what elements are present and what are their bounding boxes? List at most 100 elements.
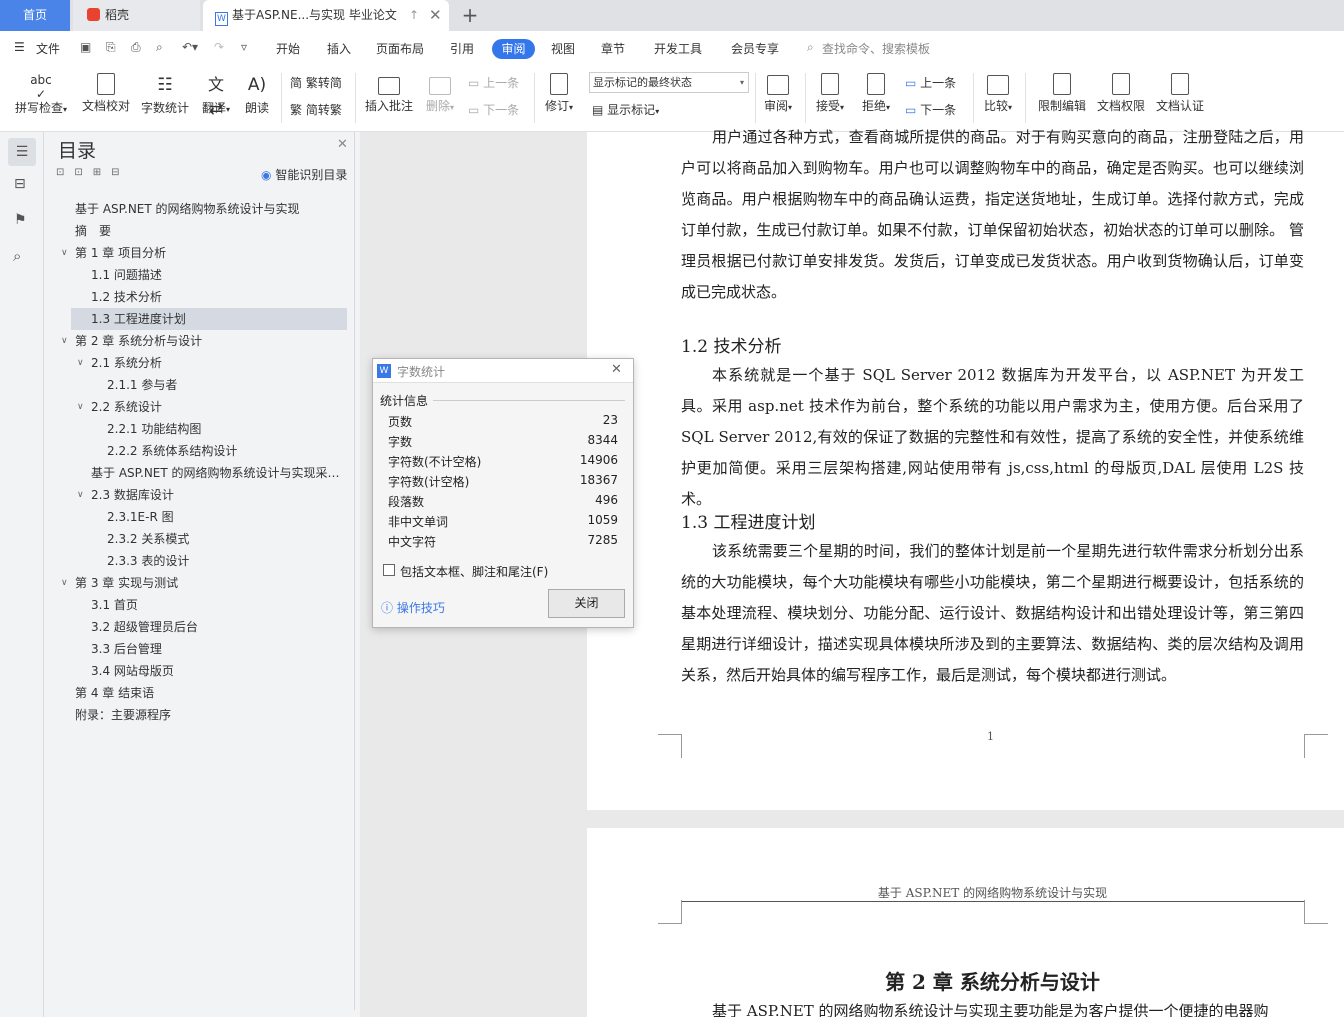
search-command-input[interactable]: 查找命令、搜索模板 — [822, 40, 930, 57]
doc-proof-button[interactable]: 文档校对 — [80, 73, 132, 114]
next-change-button[interactable]: ▭ 下一条 — [905, 101, 956, 118]
menu-reference[interactable]: 引用 — [450, 40, 474, 57]
close-tab-icon[interactable]: ✕ — [429, 0, 442, 31]
hamburger-icon[interactable]: ☰ — [14, 40, 25, 54]
expand-chevron-icon[interactable]: ∨ — [77, 402, 84, 412]
spell-check-button[interactable]: abc ✓ 拼写检查▾ — [12, 73, 70, 116]
redo-icon[interactable]: ↷ — [214, 40, 224, 54]
expand-chevron-icon[interactable]: ∨ — [77, 358, 84, 368]
include-textbox-checkbox[interactable] — [383, 564, 395, 576]
toc-item[interactable]: 2.2.2 系统体系结构设计 — [107, 440, 237, 462]
doc-permission-button[interactable]: 文档权限 — [1095, 73, 1147, 114]
next-comment-button[interactable]: ▭ 下一条 — [468, 101, 519, 118]
reject-button[interactable]: 拒绝▾ — [858, 73, 894, 114]
toc-item[interactable]: 第 1 章 项目分析 — [75, 242, 166, 264]
toc-item[interactable]: 2.3.3 表的设计 — [107, 550, 189, 572]
track-changes-button[interactable]: 修订▾ — [541, 73, 577, 114]
toc-item[interactable]: 1.2 技术分析 — [91, 286, 162, 308]
close-icon[interactable]: ✕ — [337, 137, 348, 152]
paragraph-2[interactable]: 本系统就是一个基于 SQL Server 2012 数据库为开发平台，以 ASP… — [681, 360, 1304, 515]
toc-item[interactable]: 3.4 网站母版页 — [91, 660, 174, 682]
menu-insert[interactable]: 插入 — [327, 40, 351, 57]
insert-comment-button[interactable]: 插入批注 — [363, 73, 415, 114]
compare-button[interactable]: 比较▾ — [980, 73, 1016, 114]
toc-item[interactable]: 1.3 工程进度计划 — [91, 308, 186, 330]
paragraph-3[interactable]: 该系统需要三个星期的时间，我们的整体计划是前一个星期先进行软件需求分析划分出系统… — [681, 536, 1304, 691]
toc-item[interactable]: 2.2.1 功能结构图 — [107, 418, 201, 440]
toc-item[interactable]: 第 3 章 实现与测试 — [75, 572, 178, 594]
heading-1-3[interactable]: 1.3 工程进度计划 — [681, 508, 815, 533]
toc-item[interactable]: 附录：主要源程序 — [75, 704, 171, 726]
prev-change-button[interactable]: ▭ 上一条 — [905, 74, 956, 91]
expand-chevron-icon[interactable]: ∨ — [77, 490, 84, 500]
toc-item[interactable]: 第 4 章 结束语 — [75, 682, 154, 704]
tab-home[interactable]: 首页 — [0, 0, 70, 31]
print-preview-icon[interactable]: ⌕ — [156, 40, 163, 55]
simp-to-trad-button[interactable]: 繁 简转繁 — [290, 101, 342, 118]
toc-item[interactable]: 2.3.1E-R 图 — [107, 506, 174, 528]
chapter-2-heading[interactable]: 第 2 章 系统分析与设计 — [681, 966, 1304, 995]
toc-item[interactable]: 2.1.1 参与者 — [107, 374, 177, 396]
expand-chevron-icon[interactable]: ∨ — [61, 248, 68, 258]
restrict-edit-button[interactable]: 限制编辑 — [1036, 73, 1088, 114]
dialog-titlebar[interactable]: W 字数统计 ✕ — [373, 359, 633, 383]
spell-check-icon: abc ✓ — [30, 73, 52, 101]
delete-comment-button[interactable]: 删除▾ — [422, 73, 458, 114]
toc-item[interactable]: 3.3 后台管理 — [91, 638, 162, 660]
toc-item[interactable]: 2.3.2 关系模式 — [107, 528, 189, 550]
trad-to-simp-button[interactable]: 简 繁转简 — [290, 74, 342, 91]
export-icon[interactable]: ⎘ — [106, 40, 116, 55]
close-icon[interactable]: ✕ — [611, 362, 622, 377]
word-count-button[interactable]: ☷ 字数统计 — [140, 73, 190, 116]
paragraph-1[interactable]: 用户通过各种方式，查看商城所提供的商品。对于有购买意向的商品，注册登陆之后，用户… — [681, 122, 1304, 308]
doc-auth-button[interactable]: 文档认证 — [1154, 73, 1206, 114]
toc-item[interactable]: 基于 ASP.NET 的网络购物系统设计与实现采… — [91, 462, 340, 484]
menu-devtools[interactable]: 开发工具 — [654, 40, 702, 57]
tab-document[interactable]: W 基于ASP.NE...与实现 毕业论文 ↑ ✕ — [203, 0, 449, 31]
expand-chevron-icon[interactable]: ∨ — [61, 336, 68, 346]
menu-chapter[interactable]: 章节 — [601, 40, 625, 57]
menu-view[interactable]: 视图 — [551, 40, 575, 57]
show-markup-button[interactable]: ▤ 显示标记▾ — [592, 101, 659, 118]
translate-button[interactable]: 文⇄ 翻译▾ — [198, 73, 234, 118]
pin-icon[interactable]: ↑ — [409, 0, 419, 31]
toc-item[interactable]: 第 2 章 系统分析与设计 — [75, 330, 202, 352]
save-icon[interactable]: ▣ — [80, 40, 91, 54]
expand-chevron-icon[interactable]: ∨ — [61, 578, 68, 588]
stat-row: 中文字符 7285 — [388, 533, 618, 553]
chapter-nav-icon[interactable]: ⊟ — [14, 176, 26, 192]
search-icon[interactable]: ⌕ — [13, 247, 21, 265]
new-tab-icon[interactable]: + — [455, 0, 485, 31]
toc-item[interactable]: 3.2 超级管理员后台 — [91, 616, 198, 638]
toc-item[interactable]: 2.2 系统设计 — [91, 396, 162, 418]
menu-start[interactable]: 开始 — [276, 40, 300, 57]
toc-level-controls[interactable]: ⊡⊡⊞⊟ — [56, 167, 130, 178]
review-pane-button[interactable]: 审阅▾ — [760, 73, 796, 114]
tab-daoke[interactable]: 稻壳 — [73, 0, 200, 31]
menu-member[interactable]: 会员专享 — [731, 40, 779, 57]
toc-view-icon[interactable]: ☰ — [8, 138, 36, 166]
bookmark-icon[interactable]: ⚑ — [14, 212, 27, 228]
accept-button[interactable]: 接受▾ — [812, 73, 848, 114]
toc-item[interactable]: 摘 要 — [75, 220, 111, 242]
toc-item[interactable]: 3.1 首页 — [91, 594, 138, 616]
toc-item[interactable]: 基于 ASP.NET 的网络购物系统设计与实现 — [75, 198, 300, 220]
markup-state-select[interactable]: 显示标记的最终状态 ▾ — [589, 72, 749, 93]
toc-item[interactable]: 2.1 系统分析 — [91, 352, 162, 374]
print-icon[interactable]: ⎙ — [131, 40, 141, 55]
paragraph-4[interactable]: 基于 ASP.NET 的网络购物系统设计与实现主要功能是为客户提供一个便捷的电器… — [681, 996, 1304, 1017]
restrict-edit-label: 限制编辑 — [1037, 99, 1086, 113]
tips-link[interactable]: ⓘ 操作技巧 — [381, 599, 445, 616]
menu-review[interactable]: 审阅 — [492, 39, 535, 59]
heading-1-2[interactable]: 1.2 技术分析 — [681, 332, 781, 357]
prev-comment-button[interactable]: ▭ 上一条 — [468, 74, 519, 91]
menu-layout[interactable]: 页面布局 — [376, 40, 424, 57]
toc-item[interactable]: 2.3 数据库设计 — [91, 484, 174, 506]
toc-item[interactable]: 1.1 问题描述 — [91, 264, 162, 286]
undo-icon[interactable]: ↶▾ — [182, 40, 198, 54]
smart-toc-button[interactable]: ◉ 智能识别目录 — [261, 166, 347, 183]
customize-icon[interactable]: ▿ — [241, 40, 247, 54]
close-button[interactable]: 关闭 — [548, 589, 625, 618]
read-aloud-button[interactable]: A) 朗读 — [242, 73, 272, 116]
menu-file[interactable]: 文件 — [36, 40, 60, 57]
